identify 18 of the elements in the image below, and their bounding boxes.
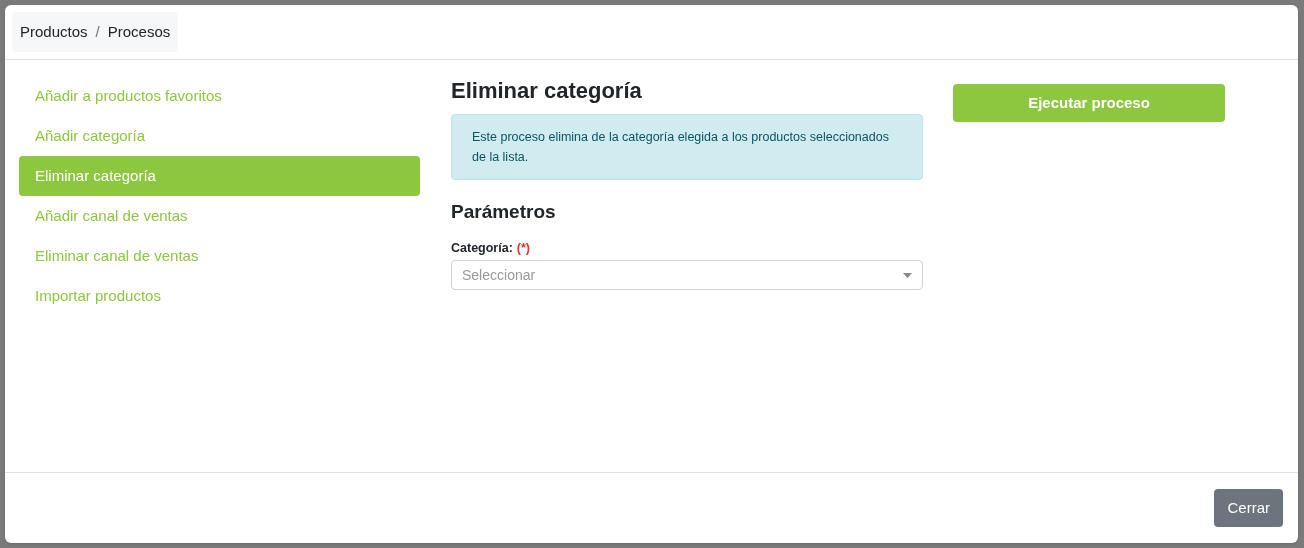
process-menu-item[interactable]: Eliminar categoría (19, 156, 420, 196)
process-menu-item[interactable]: Añadir categoría (19, 116, 420, 156)
field-label: Categoría: (451, 239, 513, 257)
breadcrumb-item[interactable]: Productos (20, 20, 88, 44)
parameters-heading: Parámetros (451, 200, 557, 224)
required-mark: (*) (516, 239, 531, 257)
process-title: Eliminar categoría (451, 77, 643, 105)
category-select[interactable]: Seleccionar (451, 260, 923, 291)
process-menu-item[interactable]: Añadir a productos favoritos (19, 76, 420, 116)
breadcrumb-item[interactable]: Procesos (107, 20, 171, 44)
caret-icon (903, 272, 912, 278)
breadcrumb-separator: / (95, 21, 100, 42)
process-menu-item[interactable]: Añadir canal de ventas (19, 196, 420, 236)
run-process-button[interactable]: Ejecutar proceso (953, 84, 1225, 122)
info-alert: Este proceso elimina de la categoría elegida a los productos seleccionados de la lista. (451, 114, 923, 180)
process-menu-item[interactable]: Importar productos (19, 276, 420, 316)
close-button[interactable]: Cerrar (1214, 489, 1283, 527)
process-menu-item[interactable]: Eliminar canal de ventas (19, 236, 420, 276)
